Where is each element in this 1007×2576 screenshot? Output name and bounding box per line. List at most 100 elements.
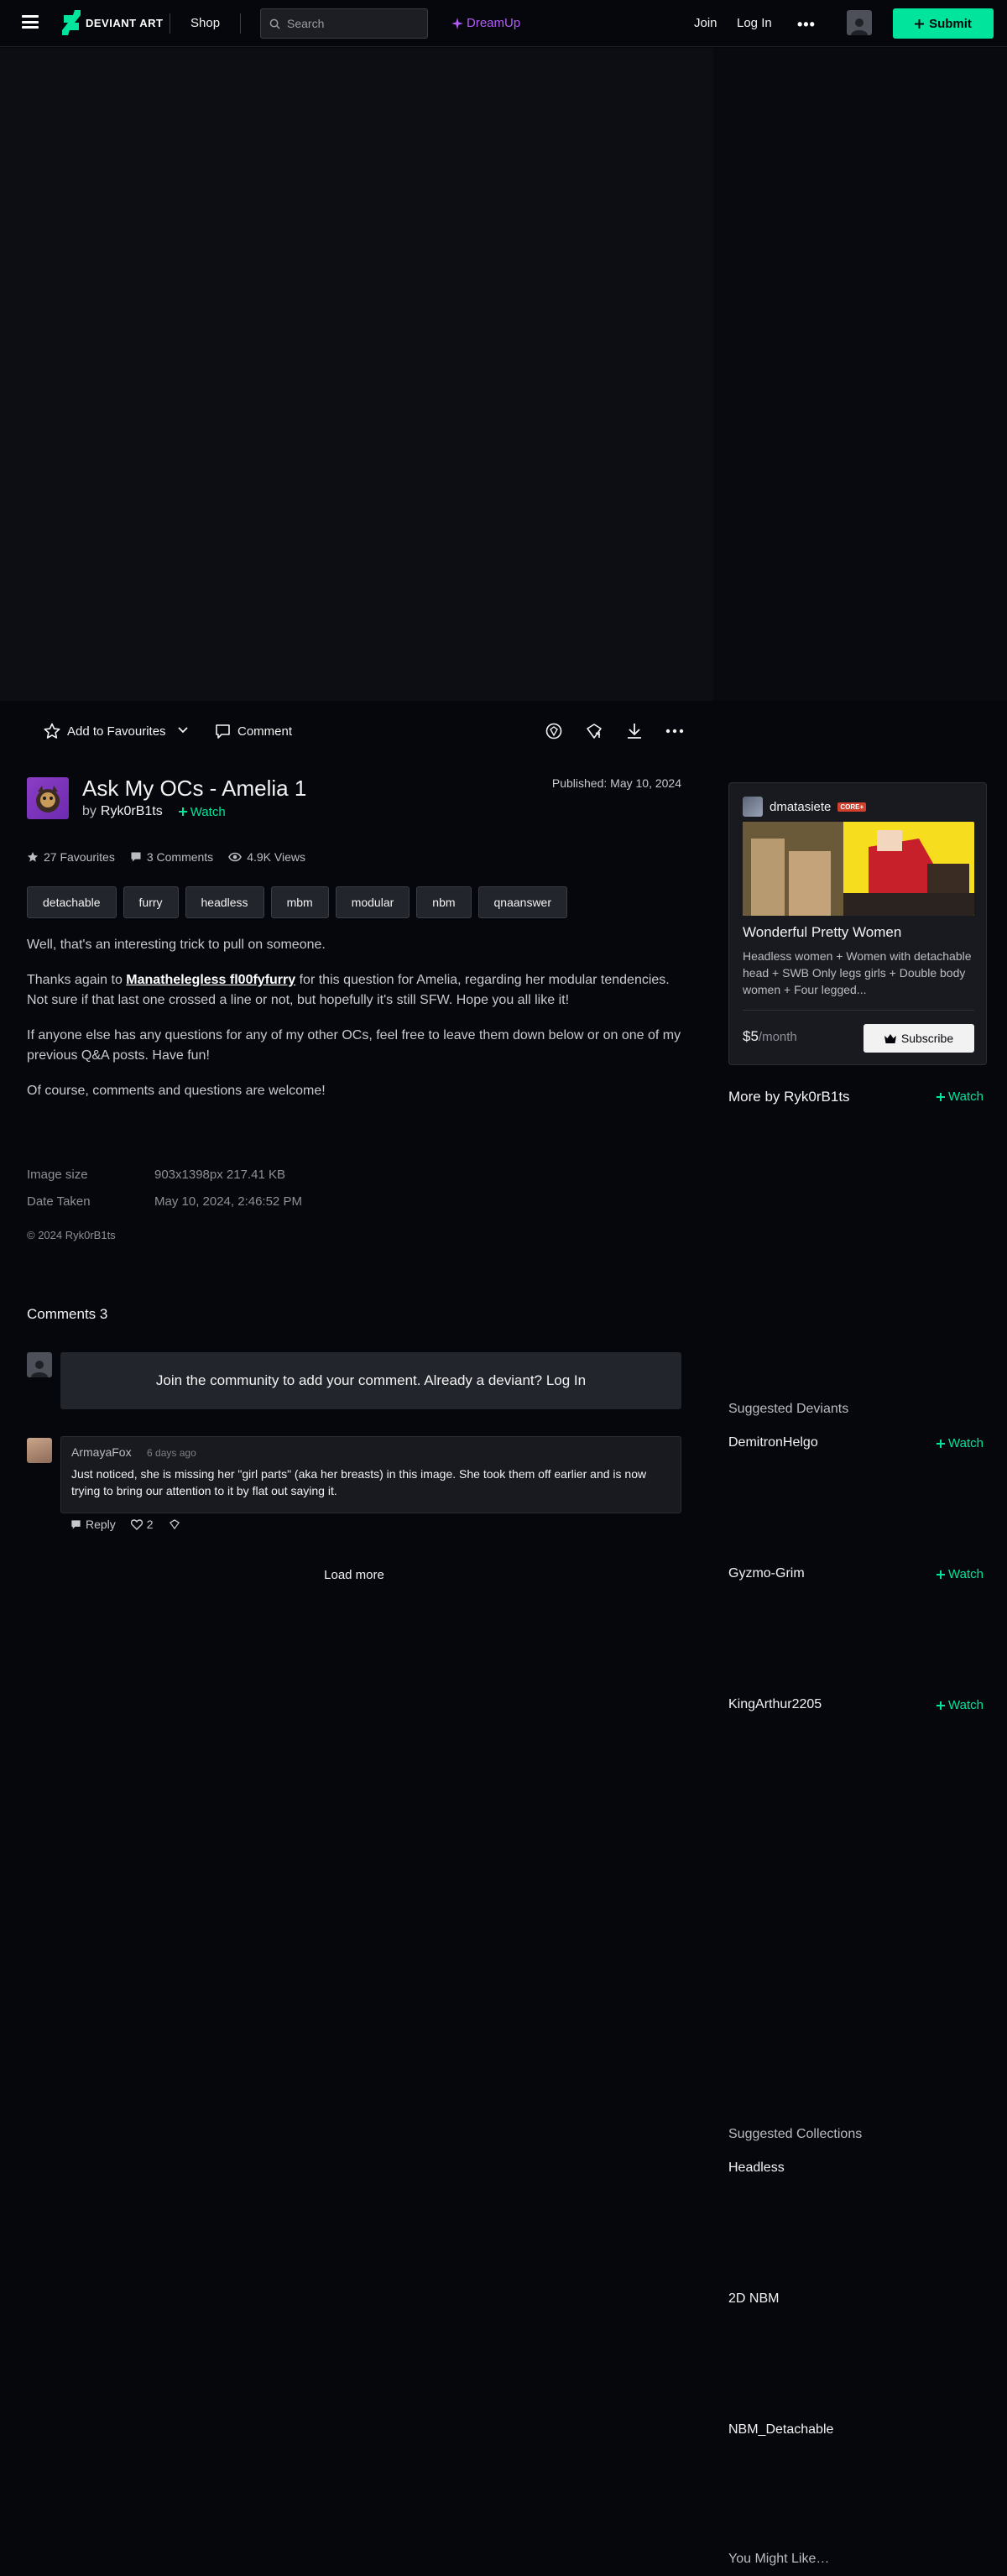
user-avatar[interactable] <box>847 10 872 35</box>
more-by-heading[interactable]: More by Ryk0rB1ts <box>728 1089 850 1105</box>
suggested-collection[interactable]: NBM_Detachable <box>728 2422 833 2438</box>
join-link[interactable]: Join <box>694 16 717 30</box>
dreamup-label: DreamUp <box>467 16 521 30</box>
image-size-value: 903x1398px 217.41 KB <box>154 1167 285 1182</box>
promo-artwork-image <box>743 822 974 916</box>
core-badge: CORE+ <box>837 802 867 812</box>
deviantart-logo[interactable]: DEVIANT ART <box>62 10 178 35</box>
comment-button[interactable]: Comment <box>215 724 292 739</box>
favourite-label: Add to Favourites <box>67 724 166 739</box>
promo-description: Headless women + Women with detachable h… <box>743 949 972 996</box>
star-filled-icon <box>27 852 39 862</box>
tag-chip[interactable]: headless <box>185 886 264 918</box>
watch-label: Watch <box>948 1436 984 1450</box>
gift-icon <box>587 724 602 739</box>
tag-chip[interactable]: mbm <box>270 886 329 918</box>
logo-text: DEVIANT ART <box>86 16 164 29</box>
suggested-deviant[interactable]: DemitronHelgo <box>728 1435 818 1450</box>
description-paragraph: Of course, comments and questions are we… <box>27 1084 326 1098</box>
price-period: /month <box>758 1030 797 1044</box>
plus-icon <box>178 807 187 816</box>
author-avatar-image <box>36 786 60 813</box>
deviation-action-bar: Add to Favourites Comment <box>27 718 684 745</box>
dreamup-link[interactable]: DreamUp <box>451 16 520 30</box>
favourites-stat: 27 Favourites <box>27 850 115 864</box>
comment-label: Comment <box>237 724 293 739</box>
comments-stat: 3 Comments <box>130 850 213 864</box>
watch-deviant-button[interactable]: Watch <box>937 1436 984 1450</box>
views-count: 4.9K Views <box>247 850 305 864</box>
price-amount: $5 <box>743 1028 759 1044</box>
suggested-collections-heading: Suggested Collections <box>728 2127 863 2141</box>
commenter-avatar[interactable] <box>27 1438 52 1463</box>
tag-chip[interactable]: detachable <box>27 886 117 918</box>
promo-thumbnail[interactable] <box>743 822 974 916</box>
badge-button[interactable] <box>544 721 564 741</box>
description-text: Thanks again to <box>27 973 127 987</box>
search-icon <box>269 18 280 29</box>
top-navigation-bar: DEVIANT ART Shop DreamUp Join Log In •••… <box>0 0 1007 47</box>
watch-author-sidebar-button[interactable]: Watch <box>937 1089 984 1104</box>
tag-chip[interactable]: furry <box>123 886 179 918</box>
comment-timestamp: 6 days ago <box>147 1447 196 1459</box>
comment-filled-icon <box>131 852 141 862</box>
eye-icon <box>228 852 243 862</box>
suggested-deviant[interactable]: Gyzmo-Grim <box>728 1566 805 1581</box>
menu-icon[interactable] <box>22 15 39 29</box>
promo-divider <box>743 1010 974 1011</box>
more-icon <box>665 729 684 734</box>
mentioned-user-link[interactable]: Manathelegless fl00fyfurry <box>126 973 295 987</box>
deviantart-logo-icon <box>62 10 81 35</box>
comment-text: Just noticed, she is missing her "girl p… <box>71 1467 647 1497</box>
like-button[interactable]: 2 <box>130 1518 154 1531</box>
suggested-deviant[interactable]: KingArthur2205 <box>728 1697 822 1712</box>
plus-icon <box>937 1439 945 1448</box>
plus-icon <box>937 1701 945 1710</box>
promo-title[interactable]: Wonderful Pretty Women <box>743 924 901 941</box>
login-link[interactable]: Log In <box>737 16 772 30</box>
comments-heading: Comments 3 <box>27 1306 108 1322</box>
give-comment-button[interactable] <box>169 1518 180 1530</box>
comment-icon <box>216 724 230 739</box>
search-box[interactable] <box>260 8 428 39</box>
tag-chip[interactable]: modular <box>335 886 410 918</box>
comment-card: ArmayaFox 6 days ago Just noticed, she i… <box>60 1436 681 1513</box>
watch-label: Watch <box>948 1698 984 1712</box>
subscription-promo-card[interactable]: dmatasiete CORE+ Wonderful Pretty Women … <box>728 782 987 1065</box>
deviation-title: Ask My OCs - Amelia 1 <box>82 776 307 801</box>
date-taken-label: Date Taken <box>27 1194 91 1209</box>
author-link[interactable]: Ryk0rB1ts <box>101 804 163 819</box>
artwork-viewer[interactable] <box>0 48 713 701</box>
join-community-prompt[interactable]: Join the community to add your comment. … <box>60 1352 681 1409</box>
download-icon <box>628 724 641 739</box>
watch-deviant-button[interactable]: Watch <box>937 1698 984 1712</box>
chevron-down-icon[interactable] <box>178 727 188 734</box>
favourites-count: 27 Favourites <box>44 850 115 864</box>
tag-chip[interactable]: nbm <box>416 886 472 918</box>
promo-user[interactable]: dmatasiete CORE+ <box>743 797 867 817</box>
plus-icon <box>937 1092 945 1101</box>
author-avatar[interactable] <box>27 777 69 819</box>
comment-author[interactable]: ArmayaFox <box>71 1445 132 1459</box>
submit-button[interactable]: Submit <box>893 8 994 39</box>
shop-link[interactable]: Shop <box>190 16 220 30</box>
load-more-button[interactable]: Load more <box>312 1568 396 1582</box>
watch-author-button[interactable]: Watch <box>178 805 226 819</box>
more-options-button[interactable] <box>665 721 685 741</box>
date-taken-row: Date Taken May 10, 2024, 2:46:52 PM <box>27 1188 302 1215</box>
suggested-collection[interactable]: 2D NBM <box>728 2291 779 2307</box>
reply-button[interactable]: Reply <box>70 1518 116 1531</box>
give-button[interactable] <box>584 721 604 741</box>
watch-deviant-button[interactable]: Watch <box>937 1567 984 1581</box>
more-menu-icon[interactable]: ••• <box>797 16 816 34</box>
published-date: Published: May 10, 2024 <box>551 776 681 790</box>
plus-icon <box>937 1570 945 1579</box>
download-button[interactable] <box>624 721 644 741</box>
suggested-collection[interactable]: Headless <box>728 2161 785 2176</box>
subscribe-button[interactable]: Subscribe <box>864 1024 974 1053</box>
add-to-favourites-button[interactable]: Add to Favourites <box>44 723 166 739</box>
tag-chip[interactable]: qnaanswer <box>477 886 568 918</box>
gift-icon <box>169 1519 180 1530</box>
search-input[interactable] <box>287 17 421 30</box>
image-size-label: Image size <box>27 1167 88 1182</box>
